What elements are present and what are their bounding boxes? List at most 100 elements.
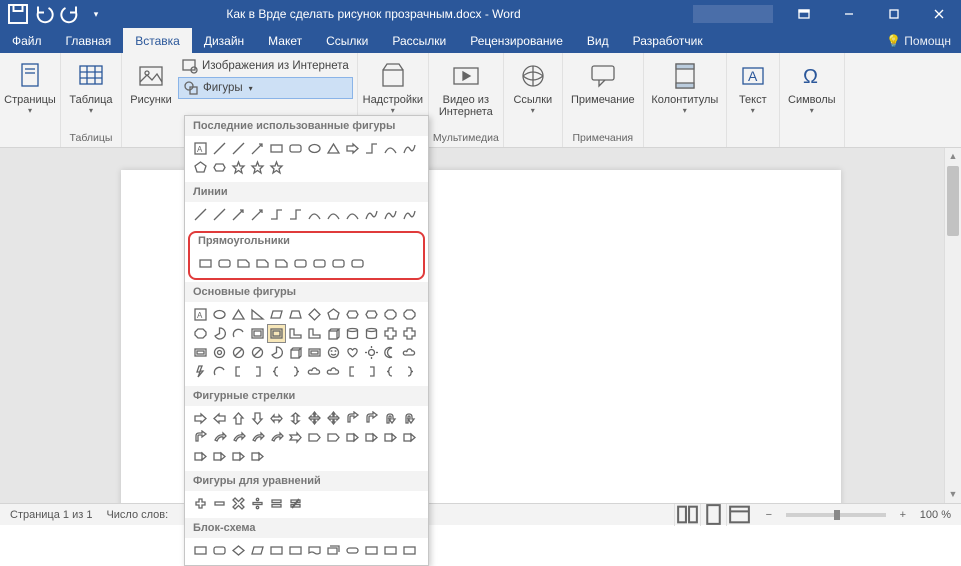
scroll-down-icon[interactable]: ▼ <box>945 486 961 503</box>
shape-item[interactable] <box>324 409 343 428</box>
shape-item[interactable] <box>381 324 400 343</box>
shape-arrow-line[interactable] <box>229 205 248 224</box>
shape-round-same[interactable] <box>310 254 329 273</box>
shape-eq-equal[interactable] <box>267 494 286 513</box>
shape-item[interactable] <box>286 541 305 560</box>
scroll-up-icon[interactable]: ▲ <box>945 148 961 165</box>
tab-review[interactable]: Рецензирование <box>458 28 575 53</box>
shape-item[interactable] <box>381 305 400 324</box>
shape-round-diag[interactable] <box>329 254 348 273</box>
shape-rounded-rectangle[interactable] <box>286 139 305 158</box>
shape-curve[interactable] <box>381 139 400 158</box>
shape-item[interactable] <box>362 541 381 560</box>
shape-item[interactable] <box>191 343 210 362</box>
shape-item[interactable] <box>210 447 229 466</box>
scroll-thumb[interactable] <box>947 166 959 236</box>
print-layout-button[interactable] <box>700 504 726 526</box>
shape-item[interactable] <box>305 409 324 428</box>
pictures-button[interactable]: Рисунки <box>126 56 176 106</box>
shape-item[interactable] <box>305 343 324 362</box>
online-video-button[interactable]: Видео из Интернета <box>433 56 499 118</box>
table-button[interactable]: Таблица ▾ <box>65 56 117 115</box>
shape-item[interactable] <box>191 324 210 343</box>
vertical-scrollbar[interactable]: ▲ ▼ <box>944 148 961 503</box>
links-button[interactable]: Ссылки ▾ <box>508 56 558 115</box>
shape-item[interactable] <box>400 541 419 560</box>
shape-eq-minus[interactable] <box>210 494 229 513</box>
shape-item[interactable] <box>305 305 324 324</box>
shape-item[interactable] <box>286 305 305 324</box>
symbols-button[interactable]: Ω Символы ▾ <box>784 56 840 115</box>
shape-item[interactable] <box>248 428 267 447</box>
page-count[interactable]: Страница 1 из 1 <box>10 509 92 521</box>
shape-item[interactable] <box>400 362 419 381</box>
shape-eq-plus[interactable] <box>191 494 210 513</box>
shape-item[interactable] <box>362 324 381 343</box>
shape-item[interactable] <box>381 428 400 447</box>
shape-right-arrow[interactable] <box>343 139 362 158</box>
shape-item[interactable] <box>305 362 324 381</box>
shape-item[interactable] <box>210 541 229 560</box>
shape-item[interactable] <box>343 428 362 447</box>
shape-pentagon[interactable] <box>191 158 210 177</box>
shape-elbow-connector[interactable] <box>362 139 381 158</box>
shape-item[interactable] <box>400 409 419 428</box>
online-pictures-button[interactable]: Изображения из Интернета <box>178 56 353 76</box>
zoom-slider[interactable] <box>786 513 886 517</box>
shape-item[interactable] <box>362 343 381 362</box>
shape-item[interactable] <box>248 447 267 466</box>
shape-line[interactable] <box>210 139 229 158</box>
shape-item[interactable] <box>267 409 286 428</box>
shape-item[interactable] <box>229 428 248 447</box>
shape-item[interactable] <box>210 324 229 343</box>
shape-item[interactable] <box>286 324 305 343</box>
shape-item[interactable] <box>229 409 248 428</box>
shape-curve[interactable] <box>305 205 324 224</box>
shape-item[interactable] <box>362 305 381 324</box>
shape-star5[interactable] <box>248 158 267 177</box>
shape-line[interactable] <box>229 139 248 158</box>
shape-triangle[interactable] <box>324 139 343 158</box>
tab-view[interactable]: Вид <box>575 28 621 53</box>
shape-rectangle[interactable] <box>196 254 215 273</box>
shape-item[interactable] <box>343 343 362 362</box>
shape-item[interactable] <box>191 447 210 466</box>
shape-hexagon[interactable] <box>210 158 229 177</box>
shape-item[interactable] <box>229 362 248 381</box>
tab-mailings[interactable]: Рассылки <box>380 28 458 53</box>
shape-item[interactable] <box>381 409 400 428</box>
shape-eq-notequal[interactable] <box>286 494 305 513</box>
shape-eq-multiply[interactable] <box>229 494 248 513</box>
tab-developer[interactable]: Разработчик <box>621 28 715 53</box>
shape-star6[interactable] <box>267 158 286 177</box>
shape-freeform[interactable] <box>362 205 381 224</box>
shape-arrow-line[interactable] <box>248 139 267 158</box>
web-layout-button[interactable] <box>726 504 752 526</box>
shape-item[interactable] <box>191 409 210 428</box>
shape-item[interactable] <box>324 428 343 447</box>
tab-insert[interactable]: Вставка <box>123 28 192 53</box>
shape-item[interactable] <box>343 541 362 560</box>
ribbon-options-button[interactable] <box>781 0 826 28</box>
shape-item[interactable] <box>229 541 248 560</box>
shape-item[interactable] <box>191 428 210 447</box>
shape-item[interactable] <box>400 428 419 447</box>
shape-item[interactable] <box>248 305 267 324</box>
shape-rounded-rectangle[interactable] <box>215 254 234 273</box>
maximize-button[interactable] <box>871 0 916 28</box>
shape-item[interactable] <box>248 343 267 362</box>
word-count[interactable]: Число слов: <box>106 509 168 521</box>
shape-freeform[interactable] <box>400 205 419 224</box>
shape-item[interactable] <box>305 324 324 343</box>
shape-item[interactable] <box>248 409 267 428</box>
shape-item[interactable] <box>229 324 248 343</box>
shape-item[interactable] <box>191 362 210 381</box>
shape-item[interactable] <box>400 343 419 362</box>
zoom-out-button[interactable]: − <box>762 509 776 521</box>
shape-eq-divide[interactable] <box>248 494 267 513</box>
shape-item[interactable] <box>191 541 210 560</box>
save-button[interactable] <box>6 2 30 26</box>
shape-item[interactable] <box>248 362 267 381</box>
shape-item[interactable] <box>286 409 305 428</box>
shape-item[interactable] <box>324 362 343 381</box>
